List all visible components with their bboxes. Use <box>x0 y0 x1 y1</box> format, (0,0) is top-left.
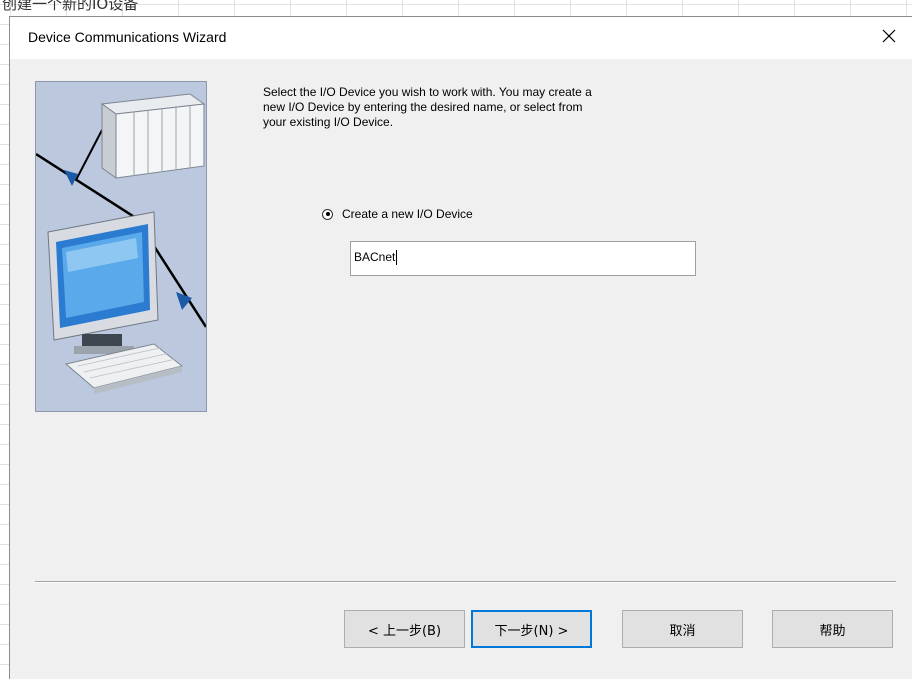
close-icon <box>882 29 896 43</box>
cancel-button[interactable]: 取消 <box>622 610 743 648</box>
help-button[interactable]: 帮助 <box>772 610 893 648</box>
create-new-device-option[interactable]: Create a new I/O Device <box>322 207 473 221</box>
back-button[interactable]: < 上一步(B) <box>344 610 465 648</box>
title-bar: Device Communications Wizard <box>10 17 912 59</box>
background-caption: 创建一个新的IO设备 <box>2 0 139 13</box>
device-communications-wizard-dialog: Device Communications Wizard Select the … <box>9 16 912 679</box>
next-button[interactable]: 下一步(N) > <box>471 610 592 648</box>
radio-selected-icon[interactable] <box>322 208 333 220</box>
instructions-text: Select the I/O Device you wish to work w… <box>263 85 592 129</box>
separator-line <box>35 581 896 583</box>
network-plc-computer-illustration <box>35 81 207 412</box>
device-name-input[interactable]: BACnet <box>350 241 696 276</box>
text-caret <box>396 250 398 266</box>
device-name-value: BACnet <box>354 250 396 264</box>
close-button[interactable] <box>866 17 912 55</box>
dialog-title: Device Communications Wizard <box>28 29 227 45</box>
create-new-device-label: Create a new I/O Device <box>342 207 473 221</box>
